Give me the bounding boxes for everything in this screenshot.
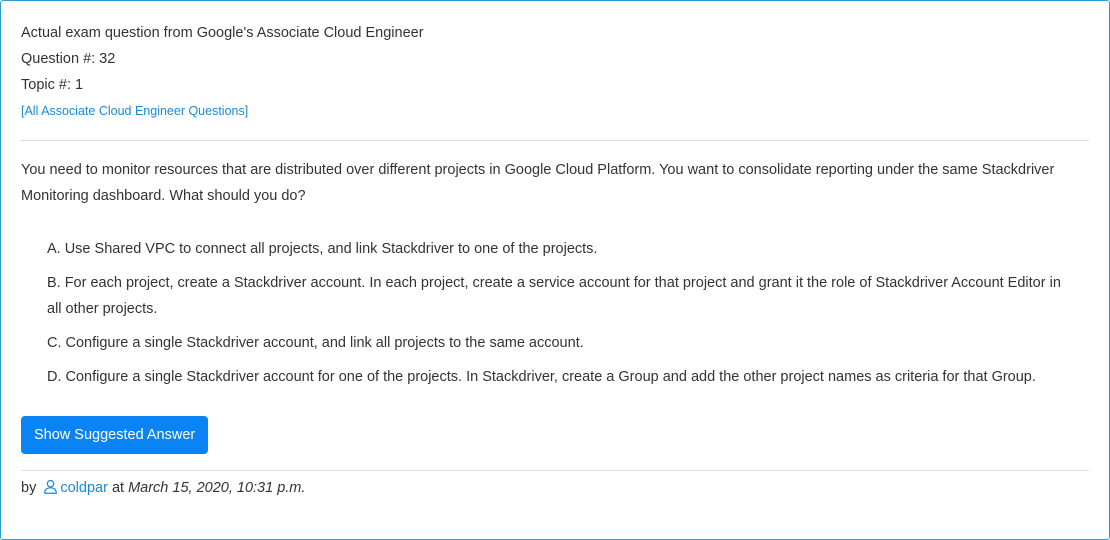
username-link[interactable]: coldpar [60,480,108,496]
byline: by coldpar at March 15, 2020, 10:31 p.m. [21,476,305,500]
choice-text: Configure a single Stackdriver account f… [65,369,1036,385]
post-timestamp: March 15, 2020, 10:31 p.m. [128,480,306,496]
question-number: Question #: 32 [21,51,116,67]
choices-list: A. Use Shared VPC to connect all projects… [47,236,1069,398]
all-questions-link[interactable]: [All Associate Cloud Engineer Questions] [21,98,248,124]
choice-d[interactable]: D. Configure a single Stackdriver account… [47,364,1069,390]
choice-letter: A. [47,241,61,257]
choice-text: Use Shared VPC to connect all projects, … [64,241,598,257]
question-card: Actual exam question from Google's Assoc… [0,0,1110,540]
choice-text: Configure a single Stackdriver account, … [65,335,584,351]
choice-letter: B. [47,275,61,291]
choice-c[interactable]: C. Configure a single Stackdriver account… [47,330,1069,356]
choice-b[interactable]: B. For each project, create a Stackdriver… [47,270,1069,322]
user-icon [44,479,58,494]
choice-letter: D. [47,369,62,385]
exam-source-line: Actual exam question from Google's Assoc… [21,25,424,41]
question-card-body: Actual exam question from Google's Assoc… [21,20,1089,496]
choice-letter: C. [47,335,62,351]
at-label: at [111,480,125,496]
header-divider [21,140,1089,141]
by-label: by [21,480,37,496]
choice-text: For each project, create a Stackdriver a… [47,275,1061,317]
footer-divider [21,470,1089,471]
show-suggested-answer-button[interactable]: Show Suggested Answer [21,416,209,454]
choice-a[interactable]: A. Use Shared VPC to connect all projects… [47,236,1069,262]
question-text: You need to monitor resources that are d… [21,162,1055,204]
topic-number: Topic #: 1 [21,77,84,93]
